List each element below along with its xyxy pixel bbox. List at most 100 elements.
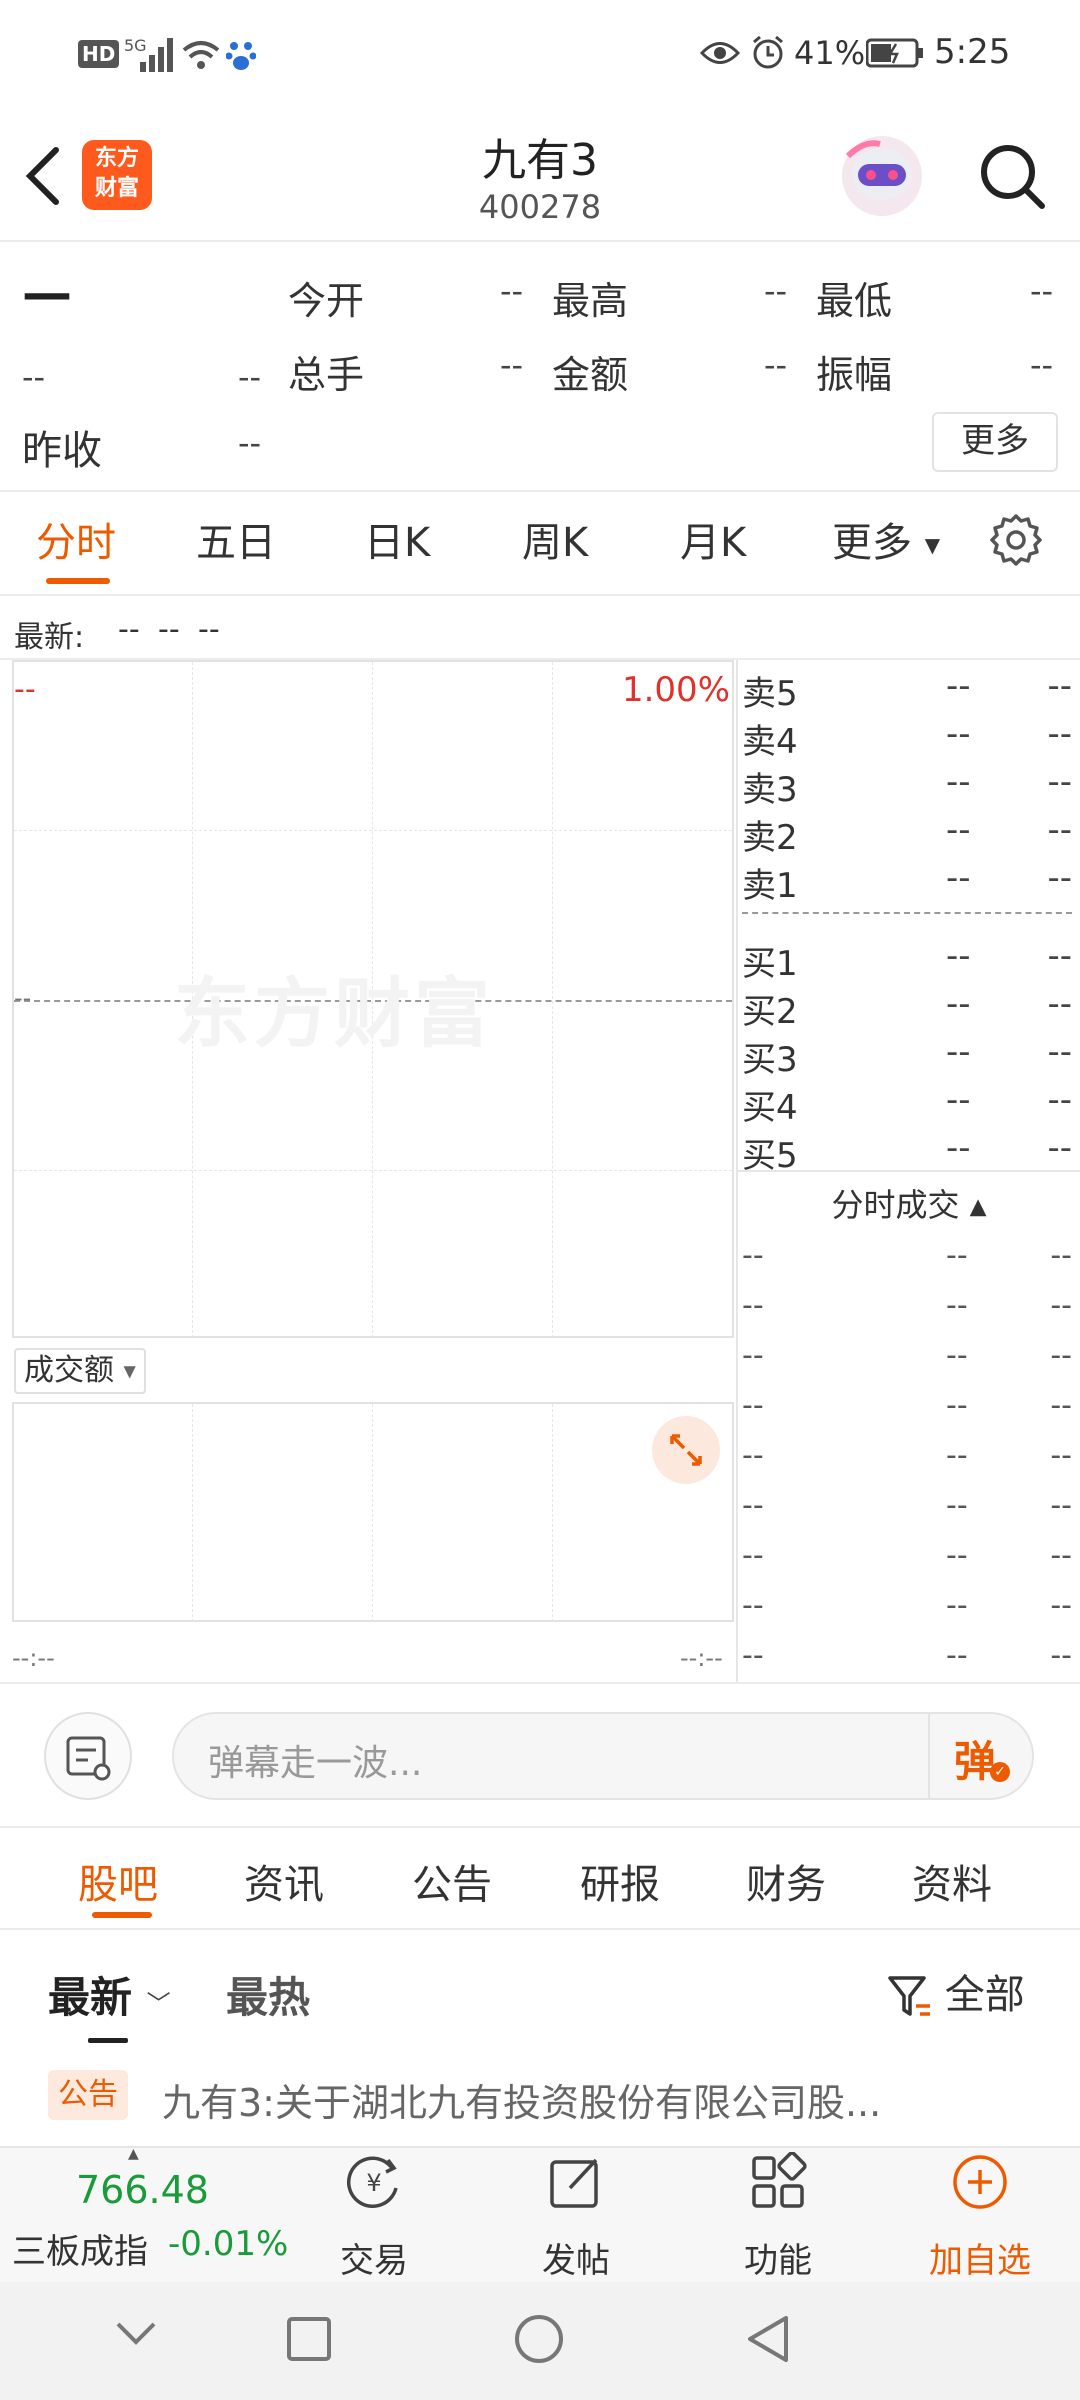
more-quote-button[interactable]: 更多: [932, 412, 1058, 472]
ask-price: --: [946, 762, 971, 802]
tab-announcements[interactable]: 公告: [412, 1852, 492, 1910]
battery-icon: [865, 38, 924, 72]
back-button[interactable]: [22, 146, 66, 206]
tab-five-day[interactable]: 五日: [196, 510, 276, 568]
trades-header[interactable]: 分时成交 ▲: [738, 1180, 1080, 1226]
bid-label: 买2: [742, 992, 798, 1032]
trade-row: -- -- --: [742, 1588, 1076, 1628]
bid-volume: --: [1047, 936, 1072, 976]
post-item[interactable]: 公告 九有3:关于湖北九有投资股份有限公司股...: [0, 2066, 1080, 2146]
price-change: --: [22, 358, 46, 396]
danmaku-settings-button[interactable]: [44, 1712, 132, 1800]
stat-label-amplitude: 振幅: [816, 353, 893, 397]
trade-row: -- -- --: [742, 1488, 1076, 1528]
volume-selector[interactable]: 成交额 ▼: [14, 1348, 146, 1394]
nav-add-watchlist[interactable]: 加自选: [900, 2152, 1060, 2282]
index-caret-icon: ▲: [128, 2146, 139, 2162]
stat-value-amount: --: [764, 346, 788, 384]
trade-icon: ¥: [346, 2156, 398, 2209]
search-icon[interactable]: [976, 140, 1048, 212]
trade-row: -- -- --: [742, 1388, 1076, 1428]
expand-chart-button[interactable]: [652, 1416, 720, 1484]
stat-value-high: --: [764, 272, 788, 310]
order-book-separator: [742, 912, 1072, 914]
sort-latest[interactable]: 最新 ﹀: [48, 1964, 171, 2025]
trades-header-divider: [738, 1170, 1080, 1172]
danmaku-send-label: 弹: [954, 1737, 997, 1786]
ask-price: --: [946, 810, 971, 850]
tab-guba[interactable]: 股吧: [78, 1852, 158, 1910]
tab-intraday[interactable]: 分时: [36, 510, 116, 568]
tab-profile[interactable]: 资料: [912, 1852, 992, 1910]
order-book-row: 买2 -- --: [742, 984, 1076, 1032]
ask-label: 卖1: [742, 866, 798, 906]
trade-row: -- -- --: [742, 1638, 1076, 1678]
nav-post[interactable]: 发帖: [496, 2152, 656, 2282]
app-logo[interactable]: 东方 财富: [82, 140, 152, 210]
caret-down-icon: ▼: [123, 1361, 136, 1381]
chevron-left-icon: [25, 147, 59, 205]
stat-value-open: --: [500, 272, 524, 310]
stat-label-open: 今开: [288, 279, 365, 323]
index-value: 766.48: [76, 2168, 209, 2212]
sort-latest-indicator: [88, 2038, 128, 2043]
price-chart[interactable]: 东方财富 -- 1.00% --: [12, 660, 734, 1338]
price-change-pct: --: [238, 358, 262, 396]
robot-assistant-icon[interactable]: [840, 134, 924, 218]
order-book-row: 卖5 -- --: [742, 666, 1076, 714]
settings-gear-icon[interactable]: [988, 512, 1044, 568]
danmaku-placeholder: 弹幕走一波...: [208, 1743, 423, 1784]
tab-weekly-k[interactable]: 周K: [522, 510, 588, 568]
index-name: 三板成指: [12, 2232, 148, 2272]
home-icon[interactable]: [514, 2314, 564, 2368]
nav-functions[interactable]: 功能: [698, 2151, 858, 2282]
stat-label-volume: 总手: [288, 353, 365, 397]
trade-volume: --: [1050, 1538, 1072, 1573]
ask-volume: --: [1047, 666, 1072, 706]
order-book-row: 卖2 -- --: [742, 810, 1076, 858]
bid-volume: --: [1047, 984, 1072, 1024]
tab-research[interactable]: 研报: [580, 1852, 660, 1910]
trade-volume: --: [1050, 1638, 1072, 1673]
tab-monthly-k[interactable]: 月K: [680, 510, 746, 568]
tab-finance[interactable]: 财务: [746, 1852, 826, 1910]
trade-time: --: [742, 1388, 764, 1423]
trade-volume: --: [1050, 1388, 1072, 1423]
filter-all[interactable]: 全部: [886, 1962, 1025, 2022]
nav-post-label: 发帖: [542, 2241, 610, 2281]
nav-trade[interactable]: ¥ 交易: [294, 2152, 454, 2282]
bid-price: --: [946, 1128, 971, 1168]
ask-volume: --: [1047, 714, 1072, 754]
current-price: —: [22, 264, 72, 322]
volume-chart[interactable]: [12, 1402, 734, 1622]
index-widget[interactable]: 766.48 三板成指 -0.01%: [0, 2168, 288, 2272]
sort-hottest[interactable]: 最热: [226, 1964, 310, 2025]
trade-time: --: [742, 1288, 764, 1323]
trade-price: --: [946, 1288, 968, 1323]
alarm-icon: [750, 34, 786, 74]
order-book-row: 买1 -- --: [742, 936, 1076, 984]
bid-volume: --: [1047, 1128, 1072, 1168]
prev-close-label: 昨收: [22, 428, 102, 474]
ask-price: --: [946, 666, 971, 706]
announcement-badge: 公告: [48, 2070, 128, 2120]
danmaku-settings-icon: [66, 1736, 111, 1781]
add-watchlist-icon: [953, 2155, 1007, 2209]
danmaku-send-button[interactable]: 弹 ✓: [954, 1728, 1014, 1788]
tab-more[interactable]: 更多 ▼: [832, 510, 940, 568]
latest-value-3: --: [198, 612, 220, 647]
bid-volume: --: [1047, 1080, 1072, 1120]
back-triangle-icon[interactable]: [744, 2314, 792, 2368]
trade-row: -- -- --: [742, 1338, 1076, 1378]
tab-daily-k[interactable]: 日K: [364, 510, 430, 568]
recent-apps-icon[interactable]: [286, 2316, 332, 2366]
tab-news[interactable]: 资讯: [244, 1852, 324, 1910]
trade-time: --: [742, 1538, 764, 1573]
trade-volume: --: [1050, 1338, 1072, 1373]
nav-down-chevron-icon[interactable]: [114, 2318, 158, 2352]
stat-label-high: 最高: [552, 279, 629, 323]
stock-title: 九有3: [482, 135, 598, 186]
apps-icon: [752, 2151, 807, 2208]
order-book-row: 卖4 -- --: [742, 714, 1076, 762]
danmaku-input[interactable]: 弹幕走一波... 弹 ✓: [172, 1712, 1034, 1800]
